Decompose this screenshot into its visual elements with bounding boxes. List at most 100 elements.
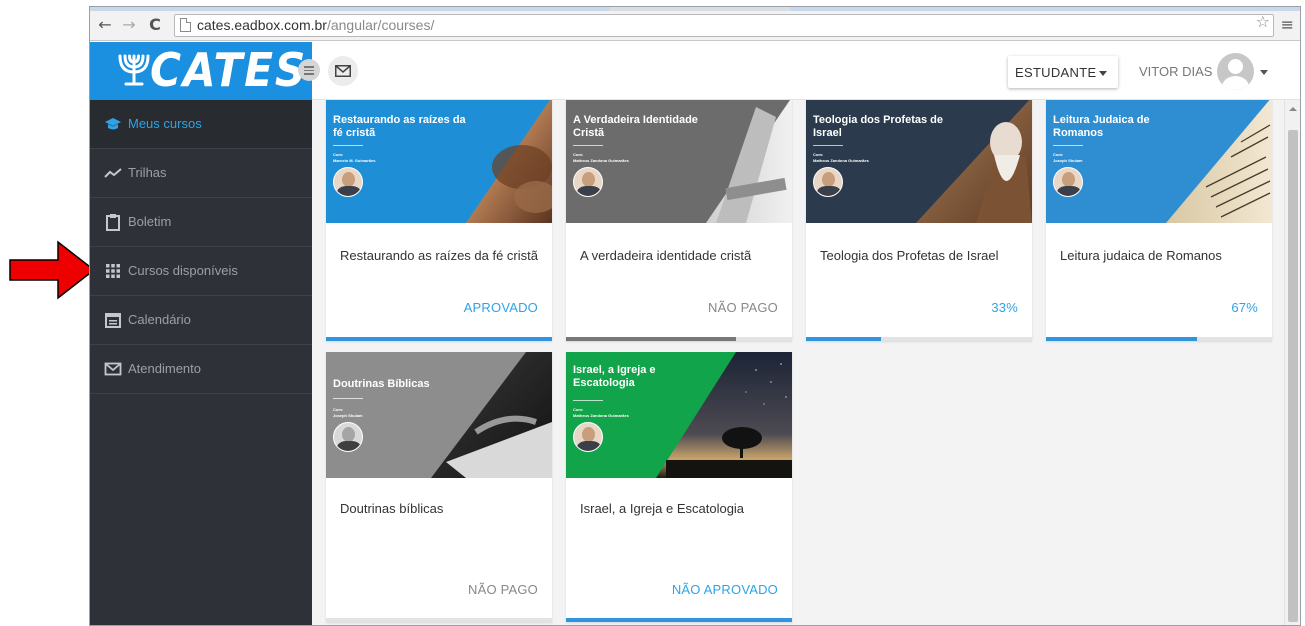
- course-status: APROVADO: [463, 300, 538, 315]
- cover-title: Doutrinas Bíblicas: [333, 378, 430, 390]
- reload-icon[interactable]: C: [146, 14, 164, 36]
- user-avatar[interactable]: [1217, 53, 1254, 90]
- course-name: A verdadeira identidade cristã: [580, 248, 752, 263]
- app-header: CATES ESTUDANTE VITOR DIAS: [90, 42, 1300, 100]
- author-photo: [1053, 167, 1083, 197]
- graduation-cap-icon: [105, 118, 121, 130]
- sidebar-item-meus-cursos[interactable]: Meus cursos: [90, 100, 312, 149]
- sidebar-item-label: Meus cursos: [128, 116, 202, 131]
- cover-com: Com:: [1053, 152, 1064, 157]
- screenshot: ← → C cates.eadbox.com.br/angular/course…: [0, 0, 1305, 626]
- page-icon: [180, 18, 191, 32]
- bookmark-star-icon[interactable]: ☆: [1256, 12, 1270, 31]
- forward-arrow-icon[interactable]: →: [120, 14, 138, 36]
- browser-window: ← → C cates.eadbox.com.br/angular/course…: [89, 6, 1301, 626]
- app: CATES ESTUDANTE VITOR DIAS Meus cursos T…: [90, 42, 1300, 625]
- author-photo: [813, 167, 843, 197]
- course-cover-image: Leitura Judaica de Romanos Com: Joseph S…: [1046, 100, 1272, 223]
- clipboard-icon: [106, 214, 120, 231]
- sidebar-item-calendario[interactable]: Calendário: [90, 296, 312, 345]
- course-progress-bar: [806, 337, 1032, 341]
- course-card[interactable]: Doutrinas Bíblicas Com: Joseph Shulam Do…: [326, 352, 552, 622]
- course-progress-bar: [1046, 337, 1272, 341]
- sidebar-item-label: Trilhas: [128, 165, 167, 180]
- author-photo: [333, 422, 363, 452]
- cover-com: Com:: [813, 152, 824, 157]
- course-status: NÃO PAGO: [708, 300, 778, 315]
- user-name[interactable]: VITOR DIAS: [1139, 64, 1212, 79]
- menorah-icon: [118, 54, 150, 86]
- course-progress-bar: [326, 337, 552, 341]
- course-card[interactable]: A Verdadeira Identidade Cristã Com: Math…: [566, 100, 792, 341]
- author-photo: [573, 422, 603, 452]
- course-progress-bar: [326, 618, 552, 622]
- cover-com: Com:: [573, 407, 584, 412]
- cover-author: Marcelo M. Guimarães: [333, 158, 376, 163]
- course-name: Restaurando as raízes da fé cristã: [340, 248, 538, 263]
- course-progress-bar: [566, 337, 792, 341]
- cover-author: Matheus Zandona Guimarães: [573, 413, 629, 418]
- course-name: Leitura judaica de Romanos: [1060, 248, 1222, 263]
- sidebar-item-boletim[interactable]: Boletim: [90, 198, 312, 247]
- sidebar-item-label: Boletim: [128, 214, 172, 229]
- course-card[interactable]: Leitura Judaica de Romanos Com: Joseph S…: [1046, 100, 1272, 341]
- cover-author: Matheus Zandona Guimarães: [573, 158, 629, 163]
- cover-title: Restaurando as raízes da fé cristã: [333, 114, 466, 139]
- logo-text: CATES: [150, 43, 308, 97]
- envelope-icon: [335, 65, 351, 77]
- course-cover-image: Restaurando as raízes da fé cristã Com: …: [326, 100, 552, 223]
- cover-author: Joseph Shulam: [1053, 158, 1083, 163]
- sidebar-item-atendimento[interactable]: Atendimento: [90, 345, 312, 394]
- red-arrow-annotation-icon: [9, 240, 96, 300]
- logo[interactable]: CATES: [90, 42, 312, 100]
- course-cover-image: Israel, a Igreja e Escatologia Com: Math…: [566, 352, 792, 478]
- course-card[interactable]: Restaurando as raízes da fé cristã Com: …: [326, 100, 552, 341]
- url-text: cates.eadbox.com.br/angular/courses/: [197, 17, 435, 33]
- caret-down-icon: [1099, 71, 1107, 76]
- course-status: 67%: [1231, 300, 1258, 315]
- cover-com: Com:: [573, 152, 584, 157]
- user-menu-caret-icon[interactable]: [1260, 70, 1268, 75]
- role-label: ESTUDANTE: [1015, 65, 1097, 80]
- back-arrow-icon[interactable]: ←: [96, 14, 114, 36]
- sidebar-item-label: Cursos disponíveis: [128, 263, 238, 278]
- course-cover-image: Doutrinas Bíblicas Com: Joseph Shulam: [326, 352, 552, 478]
- course-name: Doutrinas bíblicas: [340, 501, 444, 516]
- grid-icon: [106, 264, 120, 278]
- sidebar-item-cursos-disponiveis[interactable]: Cursos disponíveis: [90, 247, 312, 296]
- sidebar-item-label: Calendário: [128, 312, 191, 327]
- menu-toggle-icon[interactable]: [298, 59, 320, 81]
- sidebar-item-trilhas[interactable]: Trilhas: [90, 149, 312, 198]
- course-status: NÃO APROVADO: [671, 582, 778, 597]
- course-card[interactable]: Teologia dos Profetas de Israel Com: Mat…: [806, 100, 1032, 341]
- cover-title: Teologia dos Profetas de Israel: [813, 114, 943, 139]
- address-bar[interactable]: cates.eadbox.com.br/angular/courses/: [174, 14, 1274, 37]
- browser-toolbar: ← → C cates.eadbox.com.br/angular/course…: [90, 11, 1300, 41]
- course-cover-image: A Verdadeira Identidade Cristã Com: Math…: [566, 100, 792, 223]
- course-status: 33%: [991, 300, 1018, 315]
- cover-title: Israel, a Igreja e Escatologia: [573, 364, 656, 389]
- sidebar-item-label: Atendimento: [128, 361, 201, 376]
- messages-button[interactable]: [328, 56, 358, 86]
- course-name: Teologia dos Profetas de Israel: [820, 248, 999, 263]
- sidebar: Meus cursos Trilhas Boletim Cursos dispo…: [90, 100, 312, 625]
- course-card[interactable]: Israel, a Igreja e Escatologia Com: Math…: [566, 352, 792, 622]
- cover-com: Com:: [333, 152, 344, 157]
- cover-title: Leitura Judaica de Romanos: [1053, 114, 1150, 139]
- course-cover-image: Teologia dos Profetas de Israel Com: Mat…: [806, 100, 1032, 223]
- envelope-icon: [104, 362, 122, 376]
- author-photo: [333, 167, 363, 197]
- cover-author: Matheus Zandona Guimarães: [813, 158, 869, 163]
- scroll-up-arrow-icon[interactable]: [1289, 107, 1297, 111]
- course-grid: Restaurando as raízes da fé cristã Com: …: [312, 100, 1286, 625]
- cover-com: Com:: [333, 407, 344, 412]
- scrollbar-thumb[interactable]: [1288, 130, 1298, 622]
- role-dropdown[interactable]: ESTUDANTE: [1008, 56, 1118, 88]
- chrome-menu-icon[interactable]: ≡: [1281, 15, 1294, 34]
- vertical-scrollbar[interactable]: [1284, 100, 1300, 625]
- course-progress-bar: [566, 618, 792, 622]
- calendar-icon: [105, 313, 121, 328]
- course-name: Israel, a Igreja e Escatologia: [580, 501, 745, 516]
- author-photo: [573, 167, 603, 197]
- cover-title: A Verdadeira Identidade Cristã: [573, 114, 698, 139]
